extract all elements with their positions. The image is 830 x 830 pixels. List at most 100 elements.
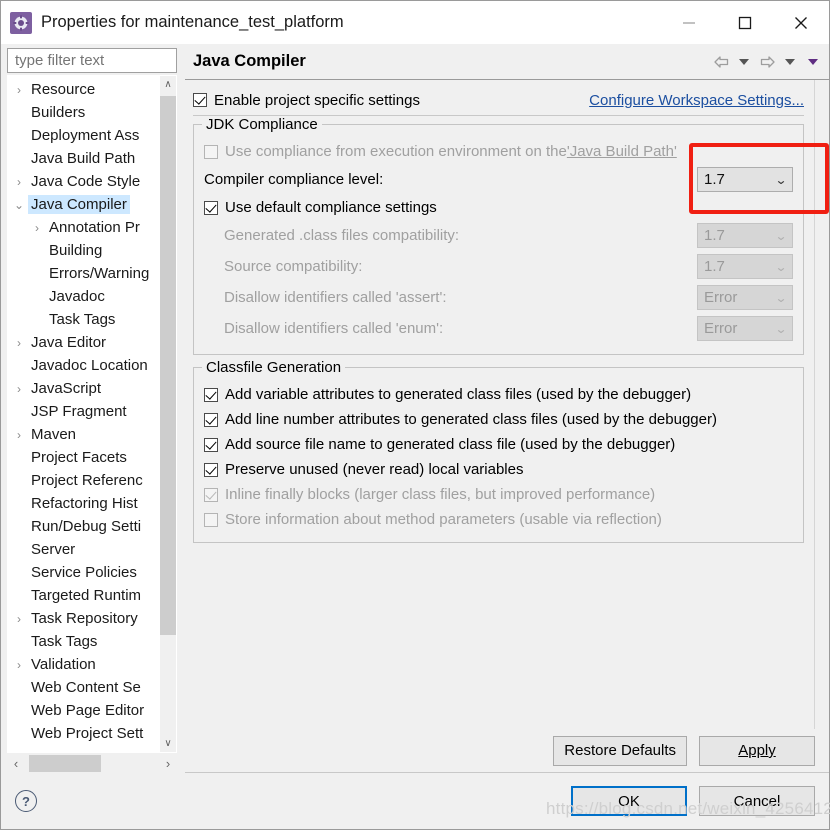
- sidebar-item-validation[interactable]: › Validation: [8, 653, 159, 676]
- classfile-option-checkbox[interactable]: [204, 387, 218, 402]
- sidebar-item-java-code-style[interactable]: › Java Code Style: [8, 170, 159, 193]
- use-default-compliance-checkbox[interactable]: [204, 200, 218, 215]
- close-button[interactable]: [773, 1, 829, 44]
- restore-defaults-button[interactable]: Restore Defaults: [553, 735, 687, 766]
- chevron-right-icon[interactable]: ›: [10, 337, 28, 349]
- sidebar-item-jsp-fragment[interactable]: JSP Fragment: [8, 400, 159, 423]
- chevron-right-icon[interactable]: ›: [10, 429, 28, 441]
- sidebar-item-building[interactable]: Building: [8, 239, 159, 262]
- back-menu-chevron-down-icon[interactable]: [734, 51, 754, 73]
- sidebar-item-project-referenc[interactable]: Project Referenc: [8, 469, 159, 492]
- sidebar-item-label: Refactoring Hist: [31, 495, 138, 512]
- page-title: Java Compiler: [193, 52, 306, 70]
- disallow-enum-row: Disallow identifiers called 'enum': Erro…: [204, 313, 793, 344]
- sidebar-item-javadoc[interactable]: Javadoc: [8, 285, 159, 308]
- configure-workspace-settings-link[interactable]: Configure Workspace Settings...: [589, 92, 804, 109]
- sidebar-item-label: Web Page Editor: [31, 702, 145, 719]
- sidebar-item-targeted-runtim[interactable]: Targeted Runtim: [8, 584, 159, 607]
- sidebar-item-web-page-editor[interactable]: Web Page Editor: [8, 699, 159, 722]
- compiler-compliance-level-value: 1.7: [704, 171, 725, 188]
- content-vertical-scrollbar[interactable]: [814, 80, 829, 729]
- sidebar-item-web-content-se[interactable]: Web Content Se: [8, 676, 159, 699]
- minimize-button[interactable]: [661, 1, 717, 44]
- title-bar: Properties for maintenance_test_platform: [1, 1, 829, 44]
- tree-vertical-scrollbar[interactable]: ∧ ∨: [159, 76, 176, 752]
- source-compat-label: Source compatibility:: [224, 258, 363, 275]
- sidebar-item-web-project-sett[interactable]: Web Project Sett: [8, 722, 159, 745]
- compiler-compliance-level-row: Compiler compliance level: 1.7 ⌄: [204, 164, 793, 195]
- sidebar-item-label: Project Referenc: [31, 472, 143, 489]
- java-build-path-link[interactable]: 'Java Build Path': [567, 143, 677, 160]
- chevron-down-icon: ⌄: [774, 172, 788, 187]
- question-mark-icon[interactable]: ?: [15, 790, 37, 812]
- scroll-up-icon[interactable]: ∧: [160, 76, 176, 93]
- scroll-right-icon[interactable]: ›: [159, 756, 177, 771]
- back-arrow-icon[interactable]: [711, 51, 731, 73]
- chevron-right-icon[interactable]: ›: [28, 222, 46, 234]
- sidebar-item-task-repository[interactable]: › Task Repository: [8, 607, 159, 630]
- chevron-right-icon[interactable]: ›: [10, 659, 28, 671]
- apply-button[interactable]: Apply: [699, 735, 815, 766]
- search-input[interactable]: [13, 51, 171, 70]
- classfile-option-row: Preserve unused (never read) local varia…: [204, 457, 793, 482]
- chevron-right-icon[interactable]: ›: [10, 613, 28, 625]
- enable-project-specific-checkbox[interactable]: [193, 93, 207, 107]
- classfile-option-checkbox[interactable]: [204, 412, 218, 427]
- cancel-button[interactable]: Cancel: [699, 786, 815, 816]
- classfile-option-checkbox[interactable]: [204, 437, 218, 452]
- classfile-option-row: Store information about method parameter…: [204, 507, 793, 532]
- forward-arrow-icon[interactable]: [757, 51, 777, 73]
- sidebar-item-task-tags[interactable]: Task Tags: [8, 308, 159, 331]
- sidebar-item-annotation-pr[interactable]: › Annotation Pr: [8, 216, 159, 239]
- jdk-compliance-group: JDK Compliance Use compliance from execu…: [193, 116, 804, 355]
- sidebar-item-java-compiler[interactable]: ⌄ Java Compiler: [8, 193, 159, 216]
- sidebar-item-run-debug-setti[interactable]: Run/Debug Setti: [8, 515, 159, 538]
- sidebar-item-builders[interactable]: Builders: [8, 101, 159, 124]
- sidebar-item-javascript[interactable]: › JavaScript: [8, 377, 159, 400]
- chevron-down-icon: ⌄: [774, 259, 788, 274]
- sidebar-item-label: Targeted Runtim: [31, 587, 142, 604]
- sidebar-item-java-editor[interactable]: › Java Editor: [8, 331, 159, 354]
- generated-class-compat-value: 1.7: [704, 227, 725, 244]
- sidebar-item-maven[interactable]: › Maven: [8, 423, 159, 446]
- settings-tree[interactable]: › Resource Builders Deployment Ass Java Buil…: [8, 76, 159, 752]
- sidebar-item-errors-warning[interactable]: Errors/Warning: [8, 262, 159, 285]
- sidebar-item-java-build-path[interactable]: Java Build Path: [8, 147, 159, 170]
- tree-vscroll-thumb[interactable]: [160, 96, 176, 636]
- sidebar-item-label: JSP Fragment: [31, 403, 127, 420]
- disallow-assert-value: Error: [704, 289, 738, 306]
- tree-hscroll-thumb[interactable]: [29, 755, 101, 772]
- scroll-down-icon[interactable]: ∨: [160, 735, 176, 752]
- tree-vscroll-track[interactable]: [160, 93, 176, 735]
- filter-box[interactable]: [7, 48, 177, 73]
- sidebar-item-deployment-ass[interactable]: Deployment Ass: [8, 124, 159, 147]
- tree-hscroll-track[interactable]: [25, 754, 159, 773]
- sidebar-item-server[interactable]: Server: [8, 538, 159, 561]
- scroll-left-icon[interactable]: ‹: [7, 756, 25, 771]
- view-menu-chevron-down-icon[interactable]: [803, 51, 823, 73]
- classfile-option-checkbox[interactable]: [204, 462, 218, 477]
- dialog-body: ›ResourceBuildersDeployment AssJava Buil…: [1, 44, 829, 773]
- use-execution-environment-checkbox: [204, 144, 218, 159]
- sidebar-item-resource[interactable]: › Resource: [8, 78, 159, 101]
- sidebar-item-task-tags[interactable]: Task Tags: [8, 630, 159, 653]
- sidebar-item-label: Web Content Se: [31, 679, 141, 696]
- classfile-option-label: Add source file name to generated class …: [225, 436, 676, 453]
- sidebar-item-project-facets[interactable]: Project Facets: [8, 446, 159, 469]
- sidebar-item-label: Task Tags: [49, 311, 116, 328]
- sidebar-item-label: Server: [31, 541, 76, 558]
- sidebar-item-javadoc-location[interactable]: Javadoc Location: [8, 354, 159, 377]
- maximize-button[interactable]: [717, 1, 773, 44]
- ok-button[interactable]: OK: [571, 786, 687, 816]
- forward-menu-chevron-down-icon[interactable]: [780, 51, 800, 73]
- chevron-right-icon[interactable]: ›: [10, 176, 28, 188]
- chevron-right-icon[interactable]: ›: [10, 383, 28, 395]
- chevron-right-icon[interactable]: ›: [10, 84, 28, 96]
- generated-class-compat-label: Generated .class files compatibility:: [224, 227, 460, 244]
- tree-horizontal-scrollbar[interactable]: ‹ ›: [7, 754, 177, 773]
- sidebar-item-refactoring-hist[interactable]: Refactoring Hist: [8, 492, 159, 515]
- compiler-compliance-level-select[interactable]: 1.7 ⌄: [697, 167, 793, 192]
- sidebar-item-service-policies[interactable]: Service Policies: [8, 561, 159, 584]
- disallow-enum-select: Error ⌄: [697, 316, 793, 341]
- chevron-down-icon[interactable]: ⌄: [10, 199, 28, 211]
